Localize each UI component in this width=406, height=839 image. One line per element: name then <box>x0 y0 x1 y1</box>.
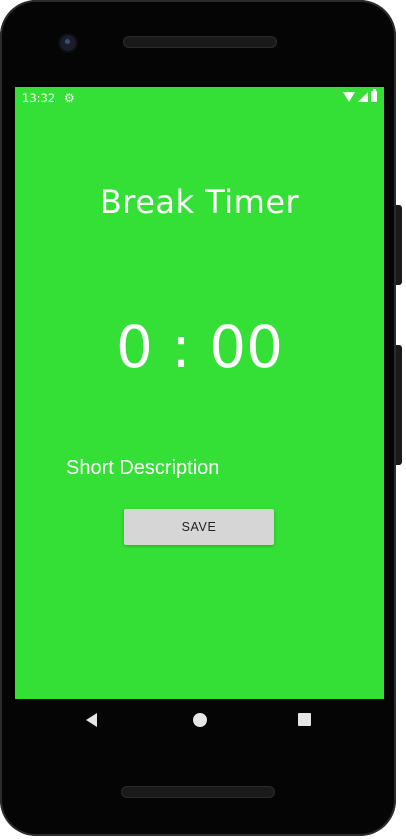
home-icon[interactable] <box>193 713 207 727</box>
page-title: Break Timer <box>99 183 300 221</box>
status-time: 13:32 <box>22 91 56 105</box>
volume-button <box>396 345 402 465</box>
save-button[interactable]: SAVE <box>124 509 274 545</box>
status-icons <box>343 89 377 102</box>
phone-frame: 13:32 ⚙ Break Timer 0 : 00 Short Descrip… <box>0 0 396 836</box>
front-camera <box>60 35 76 51</box>
battery-icon <box>371 89 377 102</box>
bottom-speaker <box>121 786 275 798</box>
power-button <box>396 205 402 285</box>
earpiece-speaker <box>123 36 277 48</box>
short-description: Short Description <box>66 457 220 479</box>
wifi-icon <box>343 91 355 102</box>
recents-icon[interactable] <box>298 713 311 726</box>
back-icon[interactable] <box>86 713 97 727</box>
gear-icon: ⚙ <box>64 91 75 105</box>
timer-display: 0 : 00 <box>115 313 284 381</box>
app-screen: 13:32 ⚙ Break Timer 0 : 00 Short Descrip… <box>15 87 384 699</box>
status-bar: 13:32 ⚙ <box>15 87 384 109</box>
signal-icon <box>358 91 368 102</box>
